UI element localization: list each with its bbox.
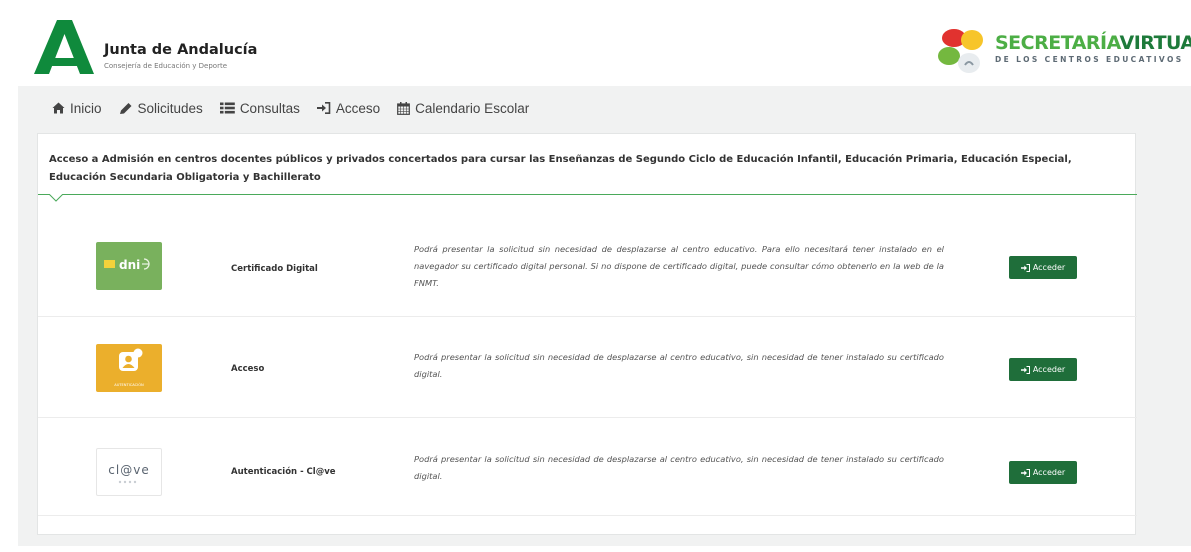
- sign-in-icon: [316, 102, 331, 114]
- acceder-button-acceso[interactable]: Acceder: [1009, 358, 1077, 381]
- brand-title: Junta de Andalucía: [104, 42, 258, 58]
- nav-item-acceso[interactable]: Acceso: [316, 100, 381, 116]
- method-desc-certificado: Podrá presentar la solicitud sin necesid…: [414, 244, 944, 288]
- sv-title: SECRETARÍAVIRTUAL: [995, 32, 1191, 54]
- sv-title-part1: SECRETARÍA: [995, 32, 1120, 54]
- nav-item-solicitudes[interactable]: Solicitudes: [119, 101, 203, 116]
- sv-subtitle: DE LOS CENTROS EDUCATIVOS: [995, 55, 1184, 64]
- card-divider-notch: [49, 194, 63, 202]
- list-icon: [219, 102, 235, 114]
- main-nav: Inicio Solicitudes Consultas Acceso Cale…: [52, 97, 546, 119]
- clave-logo-text: cl@ve: [108, 463, 149, 477]
- nav-label-solicitudes: Solicitudes: [137, 100, 203, 116]
- dni-icon: dni: [104, 258, 150, 272]
- sv-title-part2: VIRTUAL: [1119, 32, 1191, 54]
- method-name-certificado: Certificado Digital: [231, 264, 318, 274]
- method-row-acceso: AUTENTICACIÓN Acceso Podrá presentar la …: [38, 317, 1137, 415]
- home-icon: [52, 102, 65, 114]
- nav-item-calendario[interactable]: Calendario Escolar: [397, 101, 529, 116]
- acceder-button-clave[interactable]: Acceder: [1009, 461, 1077, 484]
- method-desc-acceso: Podrá presentar la solicitud sin necesid…: [414, 352, 944, 379]
- secretaria-virtual-logo-icon: [938, 29, 983, 73]
- nav-label-acceso: Acceso: [335, 100, 381, 116]
- pencil-icon: [119, 102, 132, 114]
- autenticacion-logo-text: AUTENTICACIÓN: [114, 382, 144, 387]
- method-row-certificado: dni Certificado Digital Podrá presentar …: [38, 222, 1137, 320]
- dni-logo: dni: [96, 242, 162, 290]
- secretaria-virtual-text: SECRETARÍAVIRTUAL DE LOS CENTROS EDUCATI…: [995, 32, 1191, 64]
- user-id-icon: AUTENTICACIÓN: [114, 348, 144, 387]
- brand-subtitle: Consejería de Educación y Deporte: [104, 62, 228, 70]
- method-name-clave: Autenticación - Cl@ve: [231, 467, 336, 477]
- site-header: Junta de Andalucía Consejería de Educaci…: [18, 6, 1191, 86]
- nav-label-calendario: Calendario Escolar: [415, 100, 530, 116]
- sign-in-icon: [1020, 365, 1030, 374]
- acceder-button-label: Acceder: [1032, 365, 1066, 374]
- card-divider: [38, 194, 1137, 195]
- dni-logo-text: dni: [119, 258, 140, 272]
- sign-in-icon: [1020, 263, 1030, 272]
- method-name-acceso: Acceso: [231, 364, 265, 374]
- acceder-button-certificado[interactable]: Acceder: [1009, 256, 1077, 279]
- calendar-icon: [397, 101, 411, 115]
- card-title: Acceso a Admisión en centros docentes pú…: [49, 154, 1072, 183]
- acceder-button-label: Acceder: [1032, 263, 1066, 272]
- autenticacion-logo: AUTENTICACIÓN: [96, 344, 162, 392]
- junta-andalucia-logo[interactable]: [34, 18, 94, 74]
- acceder-button-label: Acceder: [1032, 468, 1066, 477]
- method-desc-clave: Podrá presentar la solicitud sin necesid…: [414, 454, 944, 481]
- row-separator: [38, 515, 1137, 516]
- nav-item-consultas[interactable]: Consultas: [219, 100, 300, 116]
- access-card: Acceso a Admisión en centros docentes pú…: [37, 133, 1137, 535]
- nav-label-consultas: Consultas: [239, 100, 300, 116]
- clave-icon: cl@ve: [108, 463, 149, 484]
- brand-text: Junta de Andalucía Consejería de Educaci…: [104, 42, 257, 70]
- nav-item-inicio[interactable]: Inicio: [52, 101, 102, 116]
- clave-logo: cl@ve: [96, 448, 162, 496]
- sign-in-icon: [1020, 468, 1030, 477]
- method-row-clave: cl@ve Autenticación - Cl@ve Podrá presen…: [38, 418, 1137, 516]
- page-background: Junta de Andalucía Consejería de Educaci…: [18, 6, 1191, 546]
- nav-label-inicio: Inicio: [70, 100, 102, 116]
